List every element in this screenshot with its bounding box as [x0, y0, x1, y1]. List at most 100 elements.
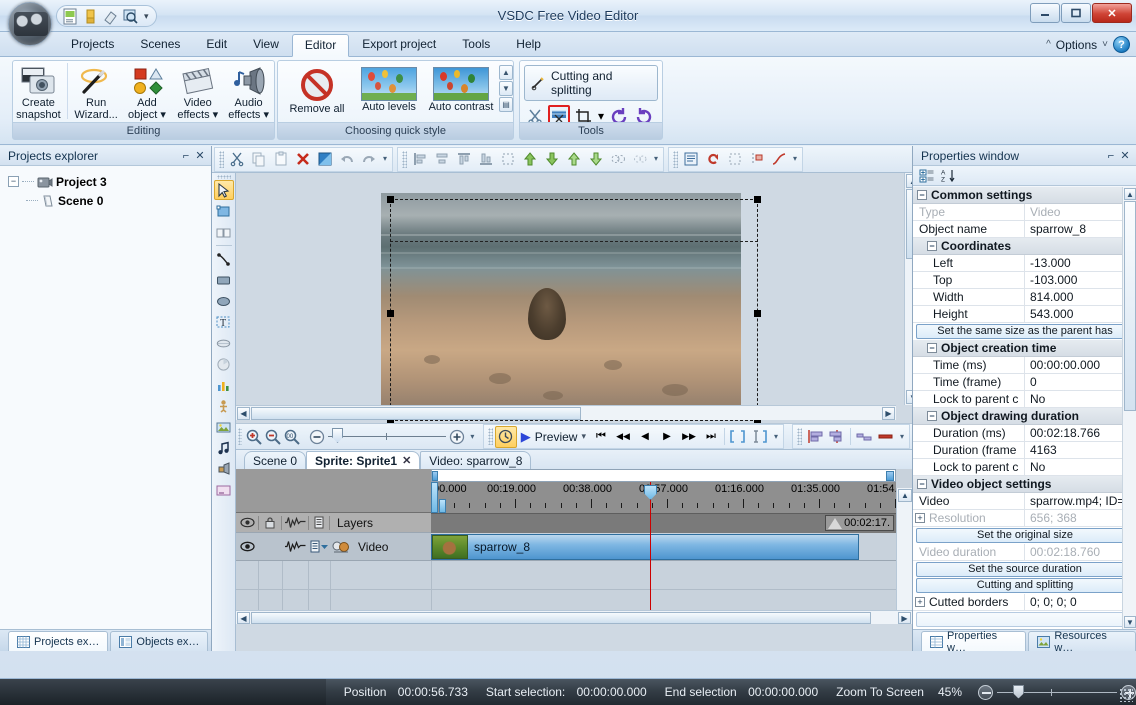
close-icon[interactable]: ✕	[1118, 149, 1132, 162]
options-label[interactable]: Options	[1056, 38, 1097, 52]
tab-objects-explorer[interactable]: Objects ex…	[110, 631, 209, 651]
audio-tool[interactable]	[214, 438, 234, 458]
sprite-tool[interactable]	[214, 201, 234, 221]
paste-icon[interactable]	[270, 148, 292, 170]
partially-hidden-button[interactable]	[916, 612, 1134, 627]
marker-left-icon[interactable]	[804, 426, 826, 448]
video-effects-button[interactable]: Video effects ▾	[172, 63, 223, 121]
scroll-right-button[interactable]: ▶	[882, 407, 895, 420]
help-icon[interactable]: ?	[1113, 36, 1130, 53]
toolbar-grip[interactable]	[487, 428, 493, 445]
collapse-ribbon-caret[interactable]: ^	[1046, 39, 1051, 50]
align-top-icon[interactable]	[453, 148, 475, 170]
marker-right-icon[interactable]	[826, 426, 848, 448]
lock-icon[interactable]	[259, 516, 281, 529]
property-row-cutted-borders[interactable]: + Cutted borders 0; 0; 0; 0	[913, 594, 1136, 611]
waveform-icon[interactable]	[282, 516, 308, 529]
go-to-end-button[interactable]: ⏭	[700, 426, 722, 448]
timeline-horizontal-scrollbar[interactable]: ◀ ▶	[236, 610, 912, 624]
quick-style-scroll-up[interactable]: ▲	[499, 65, 513, 80]
set-same-size-as-parent-button[interactable]: Set the same size as the parent has	[916, 324, 1134, 339]
add-object-button[interactable]: Add object ▾	[122, 63, 173, 121]
auto-levels-button[interactable]: Auto levels	[353, 63, 425, 113]
timeline-track-video[interactable]: sparrow_8	[431, 533, 896, 561]
group-expander[interactable]: −	[917, 479, 927, 489]
scroll-thumb[interactable]	[1124, 201, 1136, 411]
property-row-width[interactable]: Width 814.000	[913, 289, 1136, 306]
property-row-height[interactable]: Height 543.000	[913, 306, 1136, 323]
fade-in-icon[interactable]	[853, 426, 875, 448]
scroll-thumb[interactable]	[251, 612, 871, 624]
property-value-height[interactable]: 543.000	[1025, 307, 1136, 321]
property-row-time-frame[interactable]: Time (frame) 0	[913, 374, 1136, 391]
menu-view[interactable]: View	[240, 32, 292, 57]
property-value-lock-parent-creation[interactable]: No	[1025, 392, 1136, 406]
group-expander[interactable]: −	[927, 411, 937, 421]
property-row-video[interactable]: Video sparrow.mp4; ID=	[913, 493, 1136, 510]
scroll-down-button[interactable]: ▼	[1124, 616, 1136, 628]
preview-canvas[interactable]	[236, 173, 896, 418]
timeline-row-header-video[interactable]: Video	[236, 533, 431, 561]
preview-toggle-icon[interactable]	[494, 425, 517, 448]
cutting-and-splitting-button[interactable]: Cutting and splitting	[524, 65, 658, 101]
toolbar-overflow-caret[interactable]: ▾	[771, 432, 781, 440]
toolbar-grip[interactable]	[216, 175, 231, 179]
timeline-top-scroll-thumb[interactable]	[432, 471, 438, 481]
step-back-button[interactable]: ◀	[634, 426, 656, 448]
scroll-thumb[interactable]	[251, 407, 581, 420]
property-value-time-frame[interactable]: 0	[1025, 375, 1136, 389]
preview-horizontal-scrollbar[interactable]: ◀ ▶	[236, 405, 896, 420]
properties-scrollbar[interactable]: ▲ ▼	[1122, 187, 1136, 629]
toolbar-overflow-caret[interactable]: ▾	[651, 155, 661, 163]
toolbar-overflow-caret[interactable]: ▾	[380, 155, 390, 163]
close-icon[interactable]: ✕	[193, 149, 207, 162]
ellipse-tool[interactable]	[214, 291, 234, 311]
zoom-plus-icon[interactable]	[446, 426, 468, 448]
property-value-video[interactable]: sparrow.mp4; ID=	[1025, 494, 1136, 508]
list-icon[interactable]	[309, 516, 329, 529]
toolbar-grip[interactable]	[219, 150, 224, 168]
create-snapshot-button[interactable]: Create snapshot	[13, 63, 64, 121]
timeline-top-scroll-end[interactable]	[886, 471, 894, 481]
menu-projects[interactable]: Projects	[58, 32, 127, 57]
properties-list[interactable]: − Common settings Type Video Object name…	[913, 187, 1136, 629]
scroll-left-button[interactable]: ◀	[237, 407, 250, 420]
row-expander[interactable]: +	[915, 597, 925, 607]
property-value-object-name[interactable]: sparrow_8	[1025, 222, 1136, 236]
selection-end-marker[interactable]	[439, 499, 446, 513]
preview-button[interactable]: ▶ Preview ▾	[517, 429, 590, 445]
zoom-out-icon[interactable]	[978, 684, 993, 700]
preview-zoom-slider[interactable]	[306, 426, 468, 448]
tab-resources-window[interactable]: Resources w…	[1028, 630, 1136, 654]
sort-az-icon[interactable]: AZ	[941, 168, 957, 184]
quick-style-scroll-down[interactable]: ▼	[499, 81, 513, 96]
move-down-icon[interactable]	[541, 148, 563, 170]
clip-end-time-marker[interactable]: 00:02:17.	[825, 515, 894, 531]
ungroup-icon[interactable]	[629, 148, 651, 170]
property-row-duration-ms[interactable]: Duration (ms) 00:02:18.766	[913, 425, 1136, 442]
timeline-top-scroll[interactable]	[431, 469, 896, 482]
timeline-tab-scene0[interactable]: Scene 0	[244, 451, 307, 469]
remove-all-button[interactable]: Remove all	[281, 63, 353, 115]
property-value-left[interactable]: -13.000	[1025, 256, 1136, 270]
loop-icon[interactable]	[702, 148, 724, 170]
status-zoom-to-screen-label[interactable]: Zoom To Screen	[836, 685, 924, 699]
property-row-duration-frame[interactable]: Duration (frame 4163	[913, 442, 1136, 459]
rewind-button[interactable]: ◀◀	[612, 426, 634, 448]
property-value-lock-parent-duration[interactable]: No	[1025, 460, 1136, 474]
menu-editor[interactable]: Editor	[291, 34, 350, 57]
tree-node-scene[interactable]: Scene 0	[4, 191, 207, 210]
tree-expander[interactable]: −	[8, 176, 19, 187]
property-row-object-name[interactable]: Object name sparrow_8	[913, 221, 1136, 238]
group-icon[interactable]	[607, 148, 629, 170]
property-value-time-ms[interactable]: 00:00:00.000	[1025, 358, 1136, 372]
copy-icon[interactable]	[248, 148, 270, 170]
subtitle-tool[interactable]	[214, 480, 234, 500]
toolbar-grip[interactable]	[238, 428, 243, 445]
property-row-lock-parent-creation[interactable]: Lock to parent c No	[913, 391, 1136, 408]
minimize-button[interactable]	[1030, 3, 1060, 23]
menu-tools[interactable]: Tools	[449, 32, 503, 57]
quick-style-gallery-expand[interactable]: ▤	[499, 97, 513, 112]
waveform-icon[interactable]	[282, 540, 308, 553]
property-value-top[interactable]: -103.000	[1025, 273, 1136, 287]
